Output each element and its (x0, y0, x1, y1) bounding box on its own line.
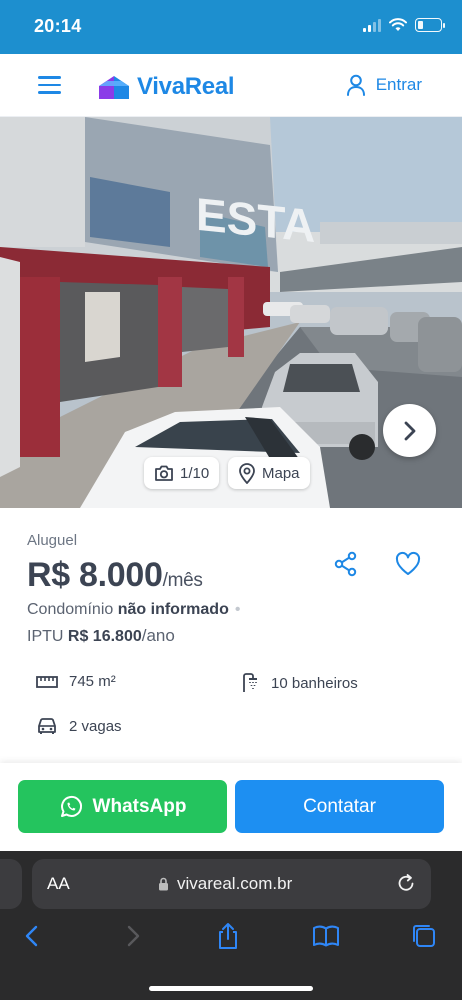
url-text: vivareal.com.br (177, 874, 293, 893)
lock-icon (159, 877, 168, 891)
house-logo-icon (99, 75, 129, 99)
previous-tab-preview[interactable] (0, 859, 22, 909)
condo-label: Condomínio (27, 601, 114, 618)
contact-label: Contatar (303, 795, 376, 817)
forward-arrow-icon[interactable] (117, 921, 147, 951)
back-arrow-icon[interactable] (18, 921, 48, 951)
chevron-right-icon (404, 421, 415, 440)
listing-info: Aluguel R$ 8.000/mês Condomínio não info… (0, 508, 462, 763)
contact-button[interactable]: Contatar (235, 780, 444, 833)
iptu-value: R$ 16.800 (67, 628, 142, 645)
feature-bathrooms: 10 banheiros (242, 673, 358, 693)
tabs-icon[interactable] (409, 921, 439, 951)
login-button[interactable]: Entrar (346, 74, 422, 96)
area-value: 745 m² (69, 673, 116, 690)
user-icon (346, 74, 365, 96)
share-button[interactable] (331, 549, 361, 579)
whatsapp-button[interactable]: WhatsApp (18, 780, 227, 833)
price-period: /mês (162, 570, 203, 591)
site-header: VivaReal Entrar (0, 54, 462, 117)
signal-icon (363, 18, 381, 32)
contact-bar: WhatsApp Contatar (0, 763, 462, 851)
text-size-button[interactable]: AA (47, 874, 70, 894)
login-label: Entrar (375, 75, 422, 94)
price: R$ 8.000/mês (27, 556, 203, 595)
vivareal-logo[interactable]: VivaReal (97, 73, 235, 101)
photo-counter-chip[interactable]: 1/10 (144, 457, 220, 489)
ruler-icon (36, 675, 58, 688)
camera-icon (155, 465, 173, 481)
condo-fee: Condomínio não informado • (27, 601, 240, 619)
status-bar: 20:14 (0, 0, 462, 54)
shower-icon (243, 673, 257, 692)
brand-name: VivaReal (137, 73, 235, 100)
battery-icon (415, 18, 445, 32)
feature-area: 745 m² (36, 673, 116, 690)
next-photo-button[interactable] (383, 404, 436, 457)
share-icon (334, 551, 357, 577)
price-value: R$ 8.000 (27, 556, 163, 594)
map-chip[interactable]: Mapa (228, 457, 310, 489)
property-photo[interactable]: ESTA (0, 117, 462, 508)
browser-toolbar (0, 921, 462, 956)
iptu-fee: IPTU R$ 16.800/ano (27, 626, 175, 646)
bathrooms-value: 10 banheiros (271, 674, 358, 692)
share-sheet-icon[interactable] (213, 921, 243, 951)
status-time: 20:14 (34, 16, 82, 36)
car-icon (38, 718, 56, 734)
favorite-button[interactable] (393, 549, 423, 579)
business-type: Aluguel (27, 532, 78, 549)
browser-chrome: AA vivareal.com.br (0, 851, 462, 1000)
status-icons (363, 18, 445, 32)
reload-icon[interactable] (395, 872, 417, 894)
parking-value: 2 vagas (69, 717, 122, 735)
iptu-label: IPTU (27, 628, 64, 645)
condo-value: não informado (117, 601, 229, 618)
iptu-period: /ano (141, 626, 175, 645)
url-display[interactable]: vivareal.com.br (158, 874, 292, 894)
heart-icon (395, 551, 421, 575)
whatsapp-icon (60, 795, 82, 817)
bookmarks-icon[interactable] (311, 921, 341, 951)
map-pin-icon (239, 462, 255, 484)
home-indicator (149, 986, 313, 991)
address-bar[interactable]: AA vivareal.com.br (32, 859, 431, 909)
photo-counter: 1/10 (180, 464, 210, 482)
hamburger-menu-button[interactable] (38, 76, 61, 94)
wifi-icon (389, 18, 407, 31)
map-label: Mapa (262, 464, 300, 482)
feature-parking: 2 vagas (36, 717, 122, 735)
whatsapp-label: WhatsApp (92, 795, 187, 817)
separator-dot: • (234, 601, 241, 618)
